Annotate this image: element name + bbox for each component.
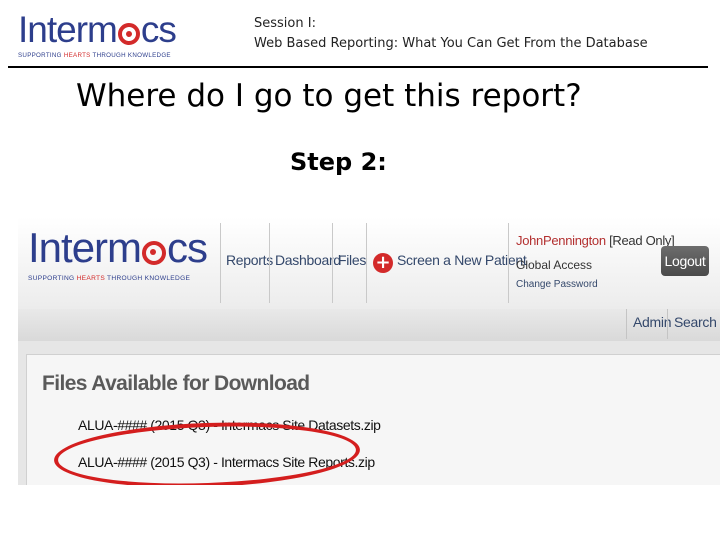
heart-ring-icon [117,23,140,45]
add-patient-icon[interactable]: + [373,253,393,273]
header-divider [8,66,708,68]
subnav-separator [626,309,627,339]
nav-dashboard-link[interactable]: Dashboard [275,252,341,268]
nav-separator [332,223,333,303]
files-heading: Files Available for Download [42,372,310,395]
logout-button[interactable]: Logout [661,246,709,276]
nav-files-link[interactable]: Files [338,252,366,268]
session-label: Session I: [254,16,316,31]
intermacs-logo: Interm cs SUPPORTING HEARTS THROUGH KNOWL… [18,10,198,64]
session-title: Web Based Reporting: What You Can Get Fr… [254,36,648,51]
change-password-link[interactable]: Change Password [516,279,598,290]
app-tagline-start: SUPPORTING [28,275,77,282]
app-logo[interactable]: Interm cs SUPPORTING HEARTS THROUGH KNOWL… [28,224,208,283]
app-screenshot: Interm cs SUPPORTING HEARTS THROUGH KNOWL… [18,217,720,485]
nav-screen-patient-link[interactable]: Screen a New Patient [397,252,527,268]
user-name: JohnPennington [516,233,606,248]
nav-separator [508,223,509,303]
nav-reports-link[interactable]: Reports [226,252,273,268]
app-logo-tagline: SUPPORTING HEARTS THROUGH KNOWLEDGE [28,275,207,282]
slide-title: Where do I go to get this report? [76,78,582,114]
tagline-start: SUPPORTING [18,52,64,59]
nav-separator [269,223,270,303]
session-header: Session I: Web Based Reporting: What You… [254,14,648,54]
sub-navbar [18,309,720,341]
app-heart-ring-icon [142,241,167,265]
app-logo-text-end: cs [167,224,208,271]
nav-separator [220,223,221,303]
subnav-search-link[interactable]: Search [674,314,717,330]
logo-text-start: Interm [18,9,118,50]
subnav-separator [667,309,668,339]
subnav-admin-link[interactable]: Admin [633,314,671,330]
logo-wordmark: Interm cs [18,10,198,50]
app-tagline-hearts: HEARTS [76,275,106,282]
user-info: JohnPennington [Read Only] [516,233,675,248]
access-level: Global Access [516,258,593,272]
nav-separator [366,223,367,303]
logo-tagline: SUPPORTING HEARTS THROUGH KNOWLEDGE [18,52,198,59]
app-logo-text-start: Interm [28,224,142,271]
tagline-hearts: HEARTS [63,52,91,59]
step-label: Step 2: [290,148,387,176]
logo-text-end: cs [140,9,177,50]
tagline-end: THROUGH KNOWLEDGE [90,52,171,59]
app-logo-wordmark: Interm cs [28,224,208,271]
app-tagline-end: THROUGH KNOWLEDGE [105,275,191,282]
